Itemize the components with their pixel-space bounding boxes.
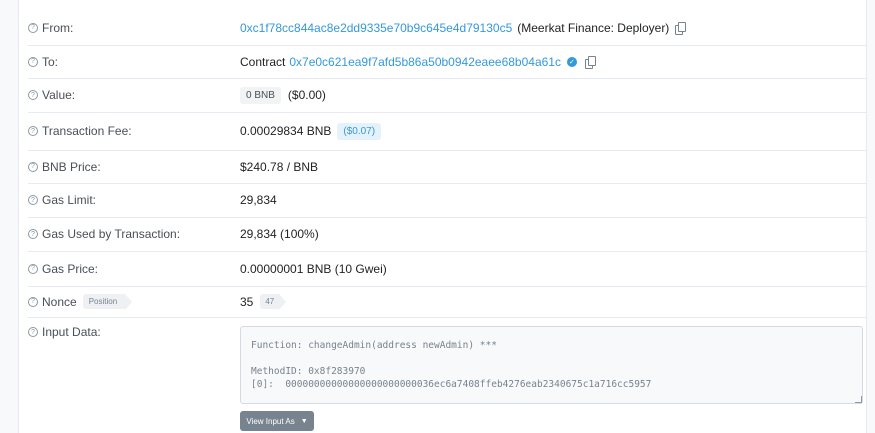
- position-value-tag: 47: [260, 294, 287, 310]
- gas-used-label: Gas Used by Transaction:: [42, 227, 181, 241]
- contract-prefix: Contract: [240, 54, 286, 69]
- row-gas-limit: ? Gas Limit: 29,834: [28, 183, 866, 218]
- nonce-label: Nonce: [42, 294, 77, 309]
- verified-check-icon: ✓: [566, 56, 577, 67]
- input-label: Input Data:: [42, 325, 101, 339]
- value-usd: ($0.00): [287, 88, 326, 102]
- value-label: Value:: [42, 88, 76, 102]
- row-fee: ? Transaction Fee: 0.00029834 BNB ($0.07): [28, 112, 866, 151]
- row-value: ? Value: 0 BNB ($0.00): [28, 78, 866, 113]
- help-icon[interactable]: ?: [28, 296, 38, 307]
- copy-icon[interactable]: [584, 55, 596, 69]
- gas-price-label: Gas Price:: [42, 261, 99, 276]
- help-icon[interactable]: ?: [28, 90, 38, 100]
- transaction-details-card: ? From: 0xc1f78cc844ac8e2dd9335e70b9c645e…: [18, 0, 867, 433]
- position-tag: Position: [82, 294, 133, 310]
- gas-used-value: 29,834 (100%): [240, 227, 319, 241]
- view-input-as-label: View Input As: [246, 416, 295, 426]
- from-label: From:: [42, 20, 74, 35]
- row-from: ? From: 0xc1f78cc844ac8e2dd9335e70b9c645e…: [28, 10, 866, 46]
- chevron-down-icon: ▼: [300, 417, 308, 425]
- row-bnb-price: ? BNB Price: $240.78 / BNB: [28, 150, 866, 184]
- nonce-value: 35: [240, 294, 254, 309]
- to-label: To:: [42, 54, 59, 69]
- copy-icon[interactable]: [675, 21, 687, 35]
- row-to: ? To: Contract 0x7e0c621ea9f7afd5b86a50b0…: [28, 45, 866, 79]
- from-address-link[interactable]: 0xc1f78cc844ac8e2dd9335e70b9c645e4d79130…: [240, 21, 512, 35]
- row-gas-used: ? Gas Used by Transaction: 29,834 (100%): [28, 217, 866, 252]
- from-name: (Meerkat Finance: Deployer): [517, 20, 670, 35]
- view-input-as-button[interactable]: View Input As ▼: [240, 411, 314, 431]
- gas-limit-label: Gas Limit:: [42, 193, 97, 207]
- gas-limit-value: 29,834: [240, 193, 277, 207]
- help-icon[interactable]: ?: [28, 22, 38, 33]
- value-amount-badge: 0 BNB: [240, 86, 281, 104]
- help-icon[interactable]: ?: [28, 56, 38, 67]
- row-gas-price: ? Gas Price: 0.00000001 BNB (10 Gwei): [28, 251, 866, 287]
- to-address-link[interactable]: 0x7e0c621ea9f7afd5b86a50b0942eaee68b04a6…: [289, 55, 561, 69]
- resize-handle[interactable]: [855, 396, 862, 403]
- price-label: BNB Price:: [42, 159, 101, 174]
- help-icon[interactable]: ?: [28, 327, 38, 337]
- fee-usd-badge: ($0.07): [337, 122, 382, 140]
- input-data-textarea[interactable]: Function: changeAdmin(address newAdmin) …: [240, 326, 863, 404]
- help-icon[interactable]: ?: [28, 263, 38, 274]
- fee-label: Transaction Fee:: [42, 124, 132, 138]
- row-nonce: ? Nonce Position 35 47: [28, 286, 866, 318]
- help-icon[interactable]: ?: [28, 161, 38, 172]
- gas-price-value: 0.00000001 BNB (10 Gwei): [240, 261, 387, 276]
- help-icon[interactable]: ?: [28, 126, 38, 136]
- help-icon[interactable]: ?: [28, 229, 38, 239]
- price-value: $240.78 / BNB: [240, 159, 319, 174]
- fee-amount: 0.00029834 BNB: [240, 124, 332, 138]
- help-icon[interactable]: ?: [28, 195, 38, 205]
